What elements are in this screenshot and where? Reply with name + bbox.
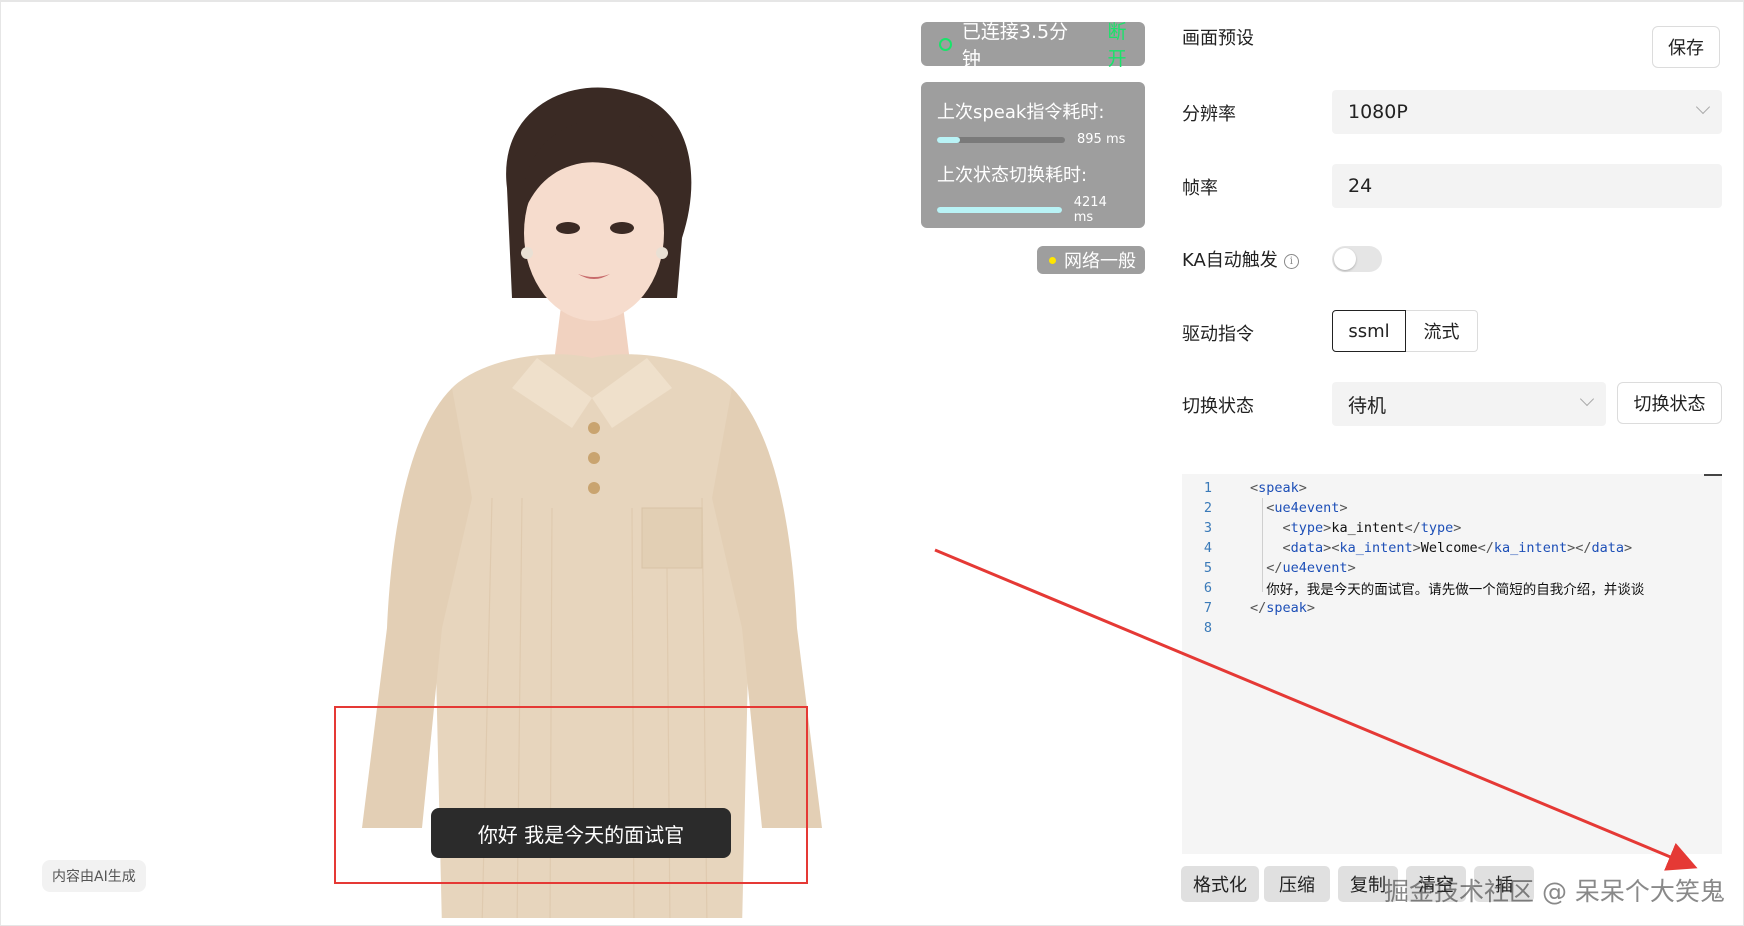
ka-auto-label: KA自动触发 i xyxy=(1182,246,1299,272)
ka-auto-text: KA自动触发 xyxy=(1182,250,1278,271)
resolution-select[interactable]: 1080P xyxy=(1332,90,1722,134)
resolution-value: 1080P xyxy=(1348,101,1408,123)
save-button[interactable]: 保存 xyxy=(1652,26,1720,68)
code-text: </speak> xyxy=(1250,600,1316,616)
network-text: 网络一般 xyxy=(1064,251,1136,272)
line-number: 3 xyxy=(1203,520,1212,536)
state-switch-latency-bar xyxy=(937,207,1062,213)
watermark: 掘金技术社区 @ 呆呆个大笑鬼 xyxy=(1384,877,1725,906)
drive-cmd-label: 驱动指令 xyxy=(1182,324,1254,345)
line-number: 2 xyxy=(1203,500,1212,516)
drive-cmd-stream[interactable]: 流式 xyxy=(1406,310,1478,352)
code-text: </ue4event> xyxy=(1266,560,1356,576)
network-dot-icon xyxy=(1049,256,1056,264)
latency-metrics: 上次speak指令耗时: 895 ms 上次状态切换耗时: 4214 ms xyxy=(921,82,1145,228)
code-line: 1 <speak> xyxy=(1182,478,1722,498)
code-line: 6 你好，我是今天的面试官。请先做一个简短的自我介绍，并谈谈 xyxy=(1182,578,1722,598)
line-number: 7 xyxy=(1203,600,1212,616)
line-number: 1 xyxy=(1203,480,1212,496)
editor-minimap-marker xyxy=(1704,474,1722,476)
code-text: 你好，我是今天的面试官。请先做一个简短的自我介绍，并谈谈 xyxy=(1250,582,1645,598)
switch-state-button[interactable]: 切换状态 xyxy=(1617,382,1722,424)
resolution-label: 分辨率 xyxy=(1182,104,1236,125)
code-lines: 1 <speak> 2 <ue4event> 3 <type>ka_intent</t… xyxy=(1182,474,1722,638)
indent-guide xyxy=(1262,498,1263,592)
subtitle-caption: 你好 我是今天的面试官 xyxy=(431,808,731,858)
framerate-label: 帧率 xyxy=(1182,178,1218,199)
format-button[interactable]: 格式化 xyxy=(1181,866,1259,902)
speak-latency-label: 上次speak指令耗时: xyxy=(937,102,1105,123)
line-number: 4 xyxy=(1203,540,1212,556)
disconnect-button[interactable]: 断开 xyxy=(1107,17,1145,71)
code-line: 2 <ue4event> xyxy=(1182,498,1722,518)
switch-state-label: 切换状态 xyxy=(1182,396,1254,417)
framerate-value: 24 xyxy=(1348,175,1373,197)
code-line: 4 <data><ka_intent>Welcome</ka_intent></… xyxy=(1182,538,1722,558)
chevron-down-icon xyxy=(1695,99,1711,115)
code-line: 3 <type>ka_intent</type> xyxy=(1182,518,1722,538)
code-text: <type>ka_intent</type> xyxy=(1282,520,1462,536)
ai-generated-badge: 内容由AI生成 xyxy=(42,860,146,892)
code-text: <ue4event> xyxy=(1266,500,1348,516)
code-text: <data><ka_intent>Welcome</ka_intent></da… xyxy=(1282,540,1633,556)
connection-text: 已连接3.5分钟 xyxy=(961,21,1069,70)
speak-latency-bar xyxy=(937,136,1065,143)
toggle-knob xyxy=(1334,248,1356,270)
code-text: <speak> xyxy=(1250,480,1307,496)
speak-latency-value: 895 ms xyxy=(1077,132,1126,147)
line-number: 5 xyxy=(1203,560,1212,576)
state-switch-latency-label: 上次状态切换耗时: xyxy=(937,165,1088,186)
connection-dot-icon xyxy=(939,37,952,51)
network-status: 网络一般 xyxy=(1037,246,1145,274)
state-select[interactable]: 待机 xyxy=(1332,382,1606,426)
chevron-down-icon xyxy=(1579,391,1595,407)
compress-button[interactable]: 压缩 xyxy=(1264,866,1330,902)
line-number: 8 xyxy=(1203,620,1212,636)
info-icon[interactable]: i xyxy=(1283,254,1299,269)
panel-title: 画面预设 xyxy=(1182,28,1254,49)
framerate-input[interactable]: 24 xyxy=(1332,164,1722,208)
ka-auto-toggle[interactable] xyxy=(1332,246,1382,272)
state-switch-latency-value: 4214 ms xyxy=(1073,195,1107,225)
code-line: 5 </ue4event> xyxy=(1182,558,1722,578)
ssml-code-editor[interactable]: 1 <speak> 2 <ue4event> 3 <type>ka_intent</t… xyxy=(1182,474,1722,854)
connection-status: 已连接3.5分钟 断开 xyxy=(921,21,1145,70)
line-number: 6 xyxy=(1203,580,1212,596)
state-value: 待机 xyxy=(1348,394,1387,417)
code-line: 7 </speak> xyxy=(1182,598,1722,618)
drive-cmd-ssml[interactable]: ssml xyxy=(1332,310,1406,352)
code-line: 8 xyxy=(1182,618,1722,638)
